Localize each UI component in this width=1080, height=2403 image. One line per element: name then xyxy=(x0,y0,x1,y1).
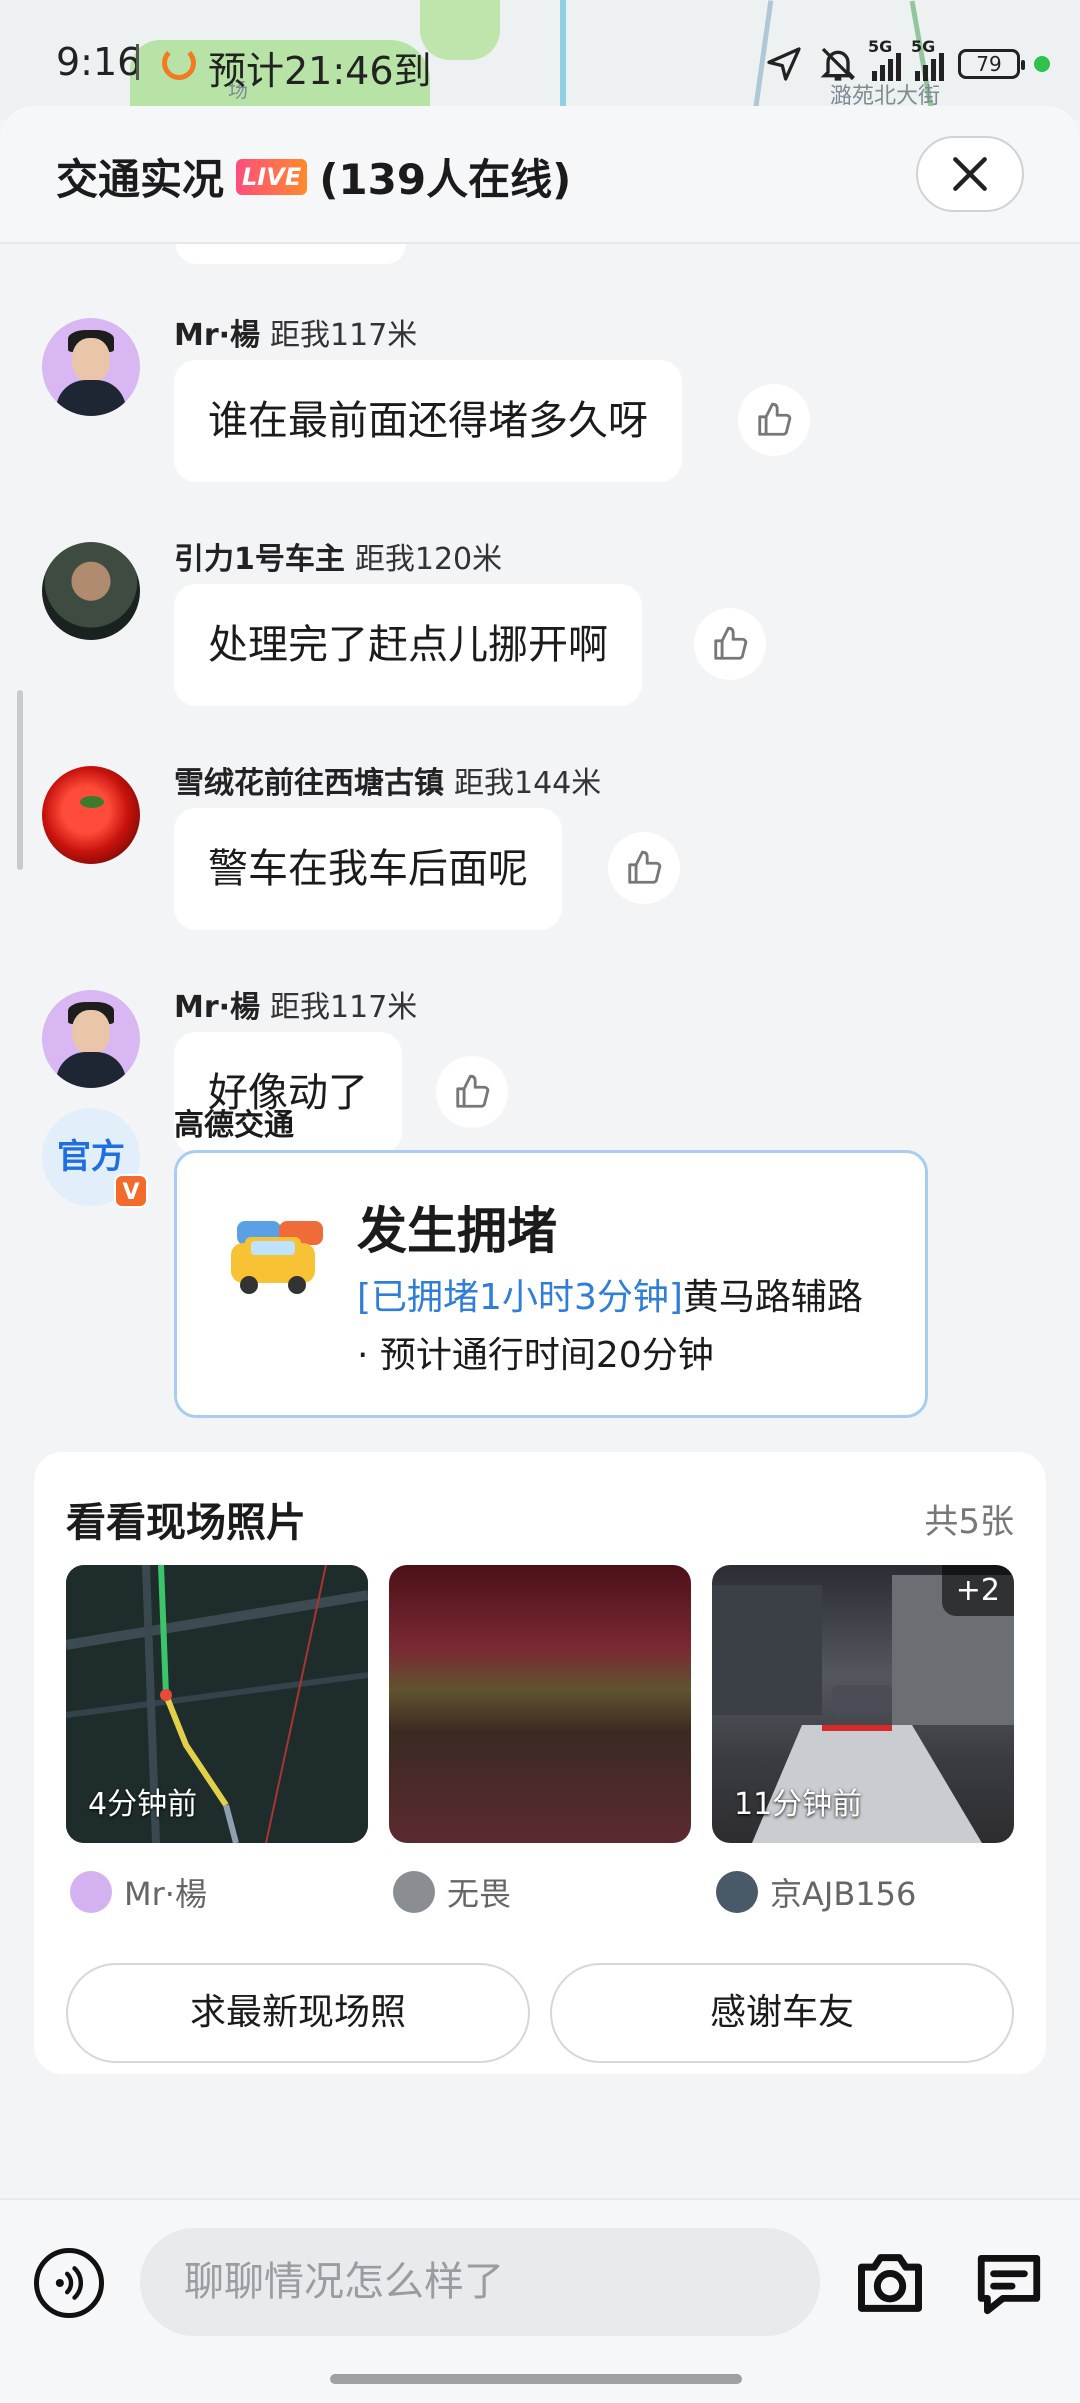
voice-icon xyxy=(55,2266,83,2300)
pass-time: · 预计通行时间20分钟 xyxy=(357,1335,714,1376)
photo-thumbnail[interactable] xyxy=(389,1565,691,1843)
verified-badge: V xyxy=(114,1174,148,1208)
photo-thumbnail[interactable]: 11分钟前 +2 xyxy=(712,1565,1014,1843)
didi-icon xyxy=(162,46,196,80)
photo-time: 11分钟前 xyxy=(734,1787,863,1822)
like-button[interactable] xyxy=(738,384,810,456)
card-description: [已拥堵1小时3分钟]黄马路辅路 · 预计通行时间20分钟 xyxy=(357,1269,897,1385)
like-button[interactable] xyxy=(436,1056,508,1128)
home-indicator[interactable] xyxy=(330,2374,742,2384)
status-time: 9:16 xyxy=(56,40,142,84)
distance: 距我117米 xyxy=(270,318,418,353)
avatar xyxy=(70,1871,112,1913)
official-name: 高德交通 xyxy=(174,1108,294,1143)
avatar[interactable] xyxy=(42,990,140,1088)
camera-icon[interactable] xyxy=(852,2248,928,2318)
chat-input[interactable]: 聊聊情况怎么样了 xyxy=(140,2228,820,2336)
scrollbar[interactable] xyxy=(17,690,23,870)
photo-uploader[interactable]: 京AJB156 xyxy=(716,1869,916,1915)
photo-thumbnail[interactable]: 4分钟前 xyxy=(66,1565,368,1843)
avatar[interactable] xyxy=(42,766,140,864)
distance: 距我144米 xyxy=(454,766,602,801)
avatar xyxy=(393,1871,435,1913)
live-badge: LIVE xyxy=(236,158,308,195)
avatar[interactable] xyxy=(42,318,140,416)
photos-count[interactable]: 共5张 xyxy=(924,1494,1014,1543)
username: Mr·楊 xyxy=(174,318,261,353)
page-title: 交通实况 LIVE (139人在线) xyxy=(56,146,571,207)
photo-time: 4分钟前 xyxy=(88,1787,198,1822)
status-eta: 预计21:46到 xyxy=(208,49,432,93)
close-button[interactable] xyxy=(916,136,1024,212)
thanks-button[interactable]: 感谢车友 xyxy=(550,1963,1014,2063)
online-count: (139人在线) xyxy=(319,155,572,204)
distance: 距我120米 xyxy=(354,542,503,577)
voice-button[interactable] xyxy=(34,2248,104,2318)
sheet-header: 交通实况 LIVE (139人在线) xyxy=(0,106,1080,244)
road-name: 黄马路辅路 xyxy=(682,1277,863,1318)
close-icon xyxy=(953,157,987,191)
congestion-card[interactable]: 发生拥堵 [已拥堵1小时3分钟]黄马路辅路 · 预计通行时间20分钟 xyxy=(174,1150,928,1418)
previous-bubble xyxy=(176,244,406,264)
card-title: 发生拥堵 xyxy=(357,1202,557,1260)
battery-icon: 79 xyxy=(958,49,1025,79)
more-photos-badge: +2 xyxy=(941,1565,1014,1616)
username: 雪绒花前往西塘古镇 xyxy=(174,766,444,801)
traffic-jam-icon xyxy=(231,1221,323,1294)
message-bubble: 处理完了赶点儿挪开啊 xyxy=(174,584,642,706)
thumbs-up-icon xyxy=(456,1074,490,1108)
bottom-input-bar: 聊聊情况怎么样了 xyxy=(0,2198,1080,2403)
photo-uploader[interactable]: Mr·楊 xyxy=(70,1869,207,1915)
username: 引力1号车主 xyxy=(174,542,345,577)
scene-photos-card: 看看现场照片 共5张 4分钟前 11分钟前 +2 Mr·楊 无畏 京AJB156… xyxy=(34,1452,1046,2074)
message-bubble: 谁在最前面还得堵多久呀 xyxy=(174,360,682,482)
signal-icon-2: 5G xyxy=(911,37,944,81)
thumbs-up-icon xyxy=(628,850,662,884)
mute-bell-icon xyxy=(820,47,856,81)
signal-icon: 5G xyxy=(868,37,901,81)
avatar xyxy=(716,1871,758,1913)
username: Mr·楊 xyxy=(174,990,261,1025)
thumbs-up-icon xyxy=(714,626,748,660)
status-bar: 9:16 预计21:46到 5G 5G 79 xyxy=(0,30,1080,100)
request-photo-button[interactable]: 求最新现场照 xyxy=(66,1963,530,2063)
avatar[interactable] xyxy=(42,542,140,640)
message-bubble: 警车在我车后面呢 xyxy=(174,808,562,930)
thumbs-up-icon xyxy=(758,402,792,436)
like-button[interactable] xyxy=(694,608,766,680)
status-dot xyxy=(1034,56,1050,72)
photo-uploader[interactable]: 无畏 xyxy=(393,1869,511,1915)
location-arrow-icon xyxy=(767,47,801,81)
photos-title: 看看现场照片 xyxy=(66,1500,306,1546)
chat-icon[interactable] xyxy=(972,2248,1046,2318)
distance: 距我117米 xyxy=(270,990,418,1025)
jam-duration: [已拥堵1小时3分钟] xyxy=(357,1277,683,1318)
like-button[interactable] xyxy=(608,832,680,904)
